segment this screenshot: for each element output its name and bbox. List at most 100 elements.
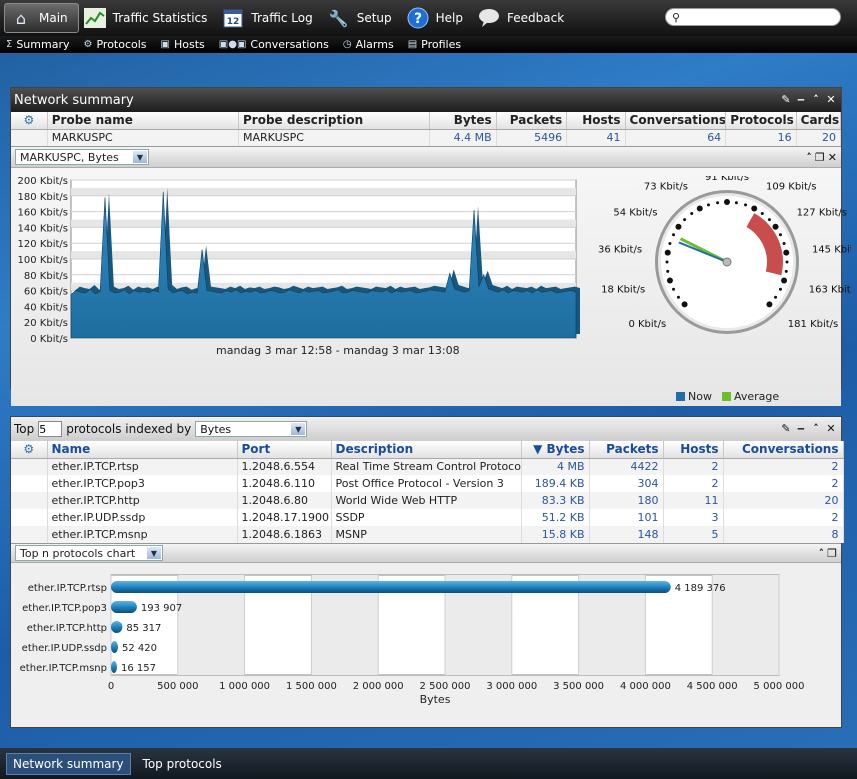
col-conversations[interactable]: Conversations: [723, 441, 844, 459]
cell-hosts: 5: [663, 526, 724, 543]
subnav-summary[interactable]: Σ Summary: [6, 38, 70, 51]
col-name[interactable]: Name: [47, 441, 238, 459]
top-label: Top: [14, 422, 35, 436]
table-row[interactable]: ether.IP.TCP.http 1.2048.6.80 World Wide W…: [11, 492, 844, 509]
close-icon[interactable]: ✕: [828, 151, 837, 164]
col-protocols[interactable]: Protocols: [725, 112, 797, 130]
settings-wrench-icon[interactable]: ✎: [780, 422, 792, 435]
cell-protocols: 16: [725, 129, 797, 146]
table-config-icon[interactable]: ⚙: [11, 441, 48, 459]
subnav-label: Protocols: [96, 38, 147, 51]
col-probe-description[interactable]: Probe description: [238, 112, 431, 130]
nav-traffic-log[interactable]: 12 Traffic Log: [217, 3, 322, 33]
col-probe-name[interactable]: Probe name: [47, 112, 240, 130]
subnav-conversations[interactable]: ▣●▣ Conversations: [219, 38, 329, 51]
table-row[interactable]: ether.IP.TCP.pop3 1.2048.6.110 Post Office…: [11, 475, 844, 492]
restore-icon[interactable]: ❐: [827, 547, 837, 560]
gauge-tick-label: 73 Kbit/s: [644, 181, 688, 192]
nav-setup[interactable]: 🔧 Setup: [323, 3, 402, 33]
gauge-tick: [675, 223, 682, 230]
minimize-icon[interactable]: ‒: [795, 422, 807, 435]
nav-feedback[interactable]: Feedback: [473, 3, 574, 33]
col-bytes[interactable]: Bytes: [429, 112, 497, 130]
col-description[interactable]: Description: [331, 441, 522, 459]
cell-bytes: 4.4 MB: [429, 129, 497, 146]
category-label: ether.IP.TCP.rtsp: [28, 583, 107, 594]
collapse-icon[interactable]: ˄: [819, 547, 825, 560]
gauge-hub: [722, 257, 732, 267]
col-port[interactable]: Port: [237, 441, 332, 459]
profile-icon: ▤: [407, 39, 418, 50]
gauge-tick: [784, 269, 788, 273]
nav-main[interactable]: ⌂ Main: [4, 3, 79, 33]
close-icon[interactable]: ✕: [825, 93, 837, 106]
bar: [111, 581, 671, 593]
cell-conversations: 8: [723, 526, 844, 543]
gauge-tick: [778, 233, 782, 237]
search-input[interactable]: [684, 10, 825, 24]
col-hosts[interactable]: Hosts: [566, 112, 626, 130]
gauge-tick: [734, 201, 738, 205]
grid-band: [71, 251, 576, 259]
x-tick-label: 4 500 000: [687, 681, 738, 692]
collapse-icon[interactable]: ˄: [810, 93, 822, 106]
x-tick-label: 0: [108, 681, 114, 692]
table-config-icon[interactable]: ⚙: [11, 112, 48, 130]
time-range-label: mandag 3 mar 12:58 - mandag 3 mar 13:08: [216, 344, 460, 357]
cell-port: 1.2048.17.1900: [237, 509, 332, 526]
probe-table: ⚙ Probe name Probe description Bytes Pac…: [11, 112, 842, 146]
nav-label: Setup: [356, 11, 392, 25]
col-cards[interactable]: Cards: [796, 112, 842, 130]
cell-port: 1.2048.6.1863: [237, 526, 332, 543]
nav-help[interactable]: ? Help: [402, 3, 473, 33]
indexed-by-label: protocols indexed by: [66, 422, 192, 436]
subnav-alarms[interactable]: ◷ Alarms: [343, 38, 394, 51]
x-tick-label: 2 000 000: [353, 681, 404, 692]
gauge-tick: [751, 205, 758, 212]
wrench-icon: 🔧: [328, 8, 349, 28]
table-row[interactable]: ether.IP.TCP.rtsp 1.2048.6.554 Real Time S…: [11, 458, 844, 475]
subnav-label: Conversations: [250, 38, 329, 51]
close-icon[interactable]: ✕: [825, 422, 837, 435]
cell-bytes: 83.3 KB: [521, 492, 590, 509]
col-bytes[interactable]: ▼ Bytes: [521, 441, 590, 459]
restore-icon[interactable]: ❐: [815, 151, 825, 164]
table-row[interactable]: ether.IP.UDP.ssdp 1.2048.17.1900 SSDP 51.2 …: [11, 509, 844, 526]
collapse-icon[interactable]: ˄: [806, 151, 812, 164]
grid-band: [71, 187, 576, 196]
minimize-icon[interactable]: ‒: [795, 93, 807, 106]
cell-name: ether.IP.UDP.ssdp: [47, 509, 238, 526]
gauge-tick: [666, 277, 673, 284]
index-by-select[interactable]: Bytes ▼: [195, 421, 308, 437]
cell-hosts: 3: [663, 509, 724, 526]
cell-conversations: 2: [723, 509, 844, 526]
probe-metric-select[interactable]: MARKUSPC, Bytes ▼: [15, 149, 149, 165]
tab-network-summary[interactable]: Network summary: [6, 752, 131, 775]
gauge-tick: [706, 203, 710, 207]
top-n-input[interactable]: [38, 421, 63, 437]
subnav-profiles[interactable]: ▤ Profiles: [408, 38, 461, 51]
gauge-tick-label: 36 Kbit/s: [598, 245, 642, 256]
collapse-icon[interactable]: ˄: [810, 422, 822, 435]
col-hosts[interactable]: Hosts: [663, 441, 724, 459]
cell-hosts: 2: [663, 475, 724, 492]
tab-top-protocols[interactable]: Top protocols: [137, 754, 228, 774]
table-row[interactable]: MARKUSPC MARKUSPC 4.4 MB 5496 41 64 16 2…: [11, 129, 842, 146]
protocols-bar-chart: 0 500 000 1 000 000 1 500 000 2 000 000 2 500…: [11, 563, 841, 721]
x-tick-label: 2 500 000: [420, 681, 471, 692]
nav-traffic-statistics[interactable]: Traffic Statistics: [79, 3, 218, 33]
col-conversations[interactable]: Conversations: [625, 112, 727, 130]
subnav-protocols[interactable]: ⚙ Protocols: [84, 38, 147, 51]
gauge-tick-label: 109 Kbit/s: [766, 181, 816, 192]
gauge-tick: [668, 241, 672, 245]
table-row[interactable]: ether.IP.TCP.msnp 1.2048.6.1863 MSNP 15.8 K…: [11, 526, 844, 543]
top-protocols-header: Top protocols indexed by Bytes ▼ ✎ ‒ ˄ ✕: [11, 417, 841, 441]
gauge-tick: [666, 269, 670, 273]
cell-name: ether.IP.TCP.pop3: [47, 475, 238, 492]
settings-wrench-icon[interactable]: ✎: [780, 93, 792, 106]
chart-type-select[interactable]: Top n protocols chart ▼: [15, 545, 163, 561]
cell-port: 1.2048.6.80: [237, 492, 332, 509]
col-packets[interactable]: Packets: [496, 112, 568, 130]
col-packets[interactable]: Packets: [589, 441, 664, 459]
subnav-hosts[interactable]: ▣ Hosts: [161, 38, 205, 51]
